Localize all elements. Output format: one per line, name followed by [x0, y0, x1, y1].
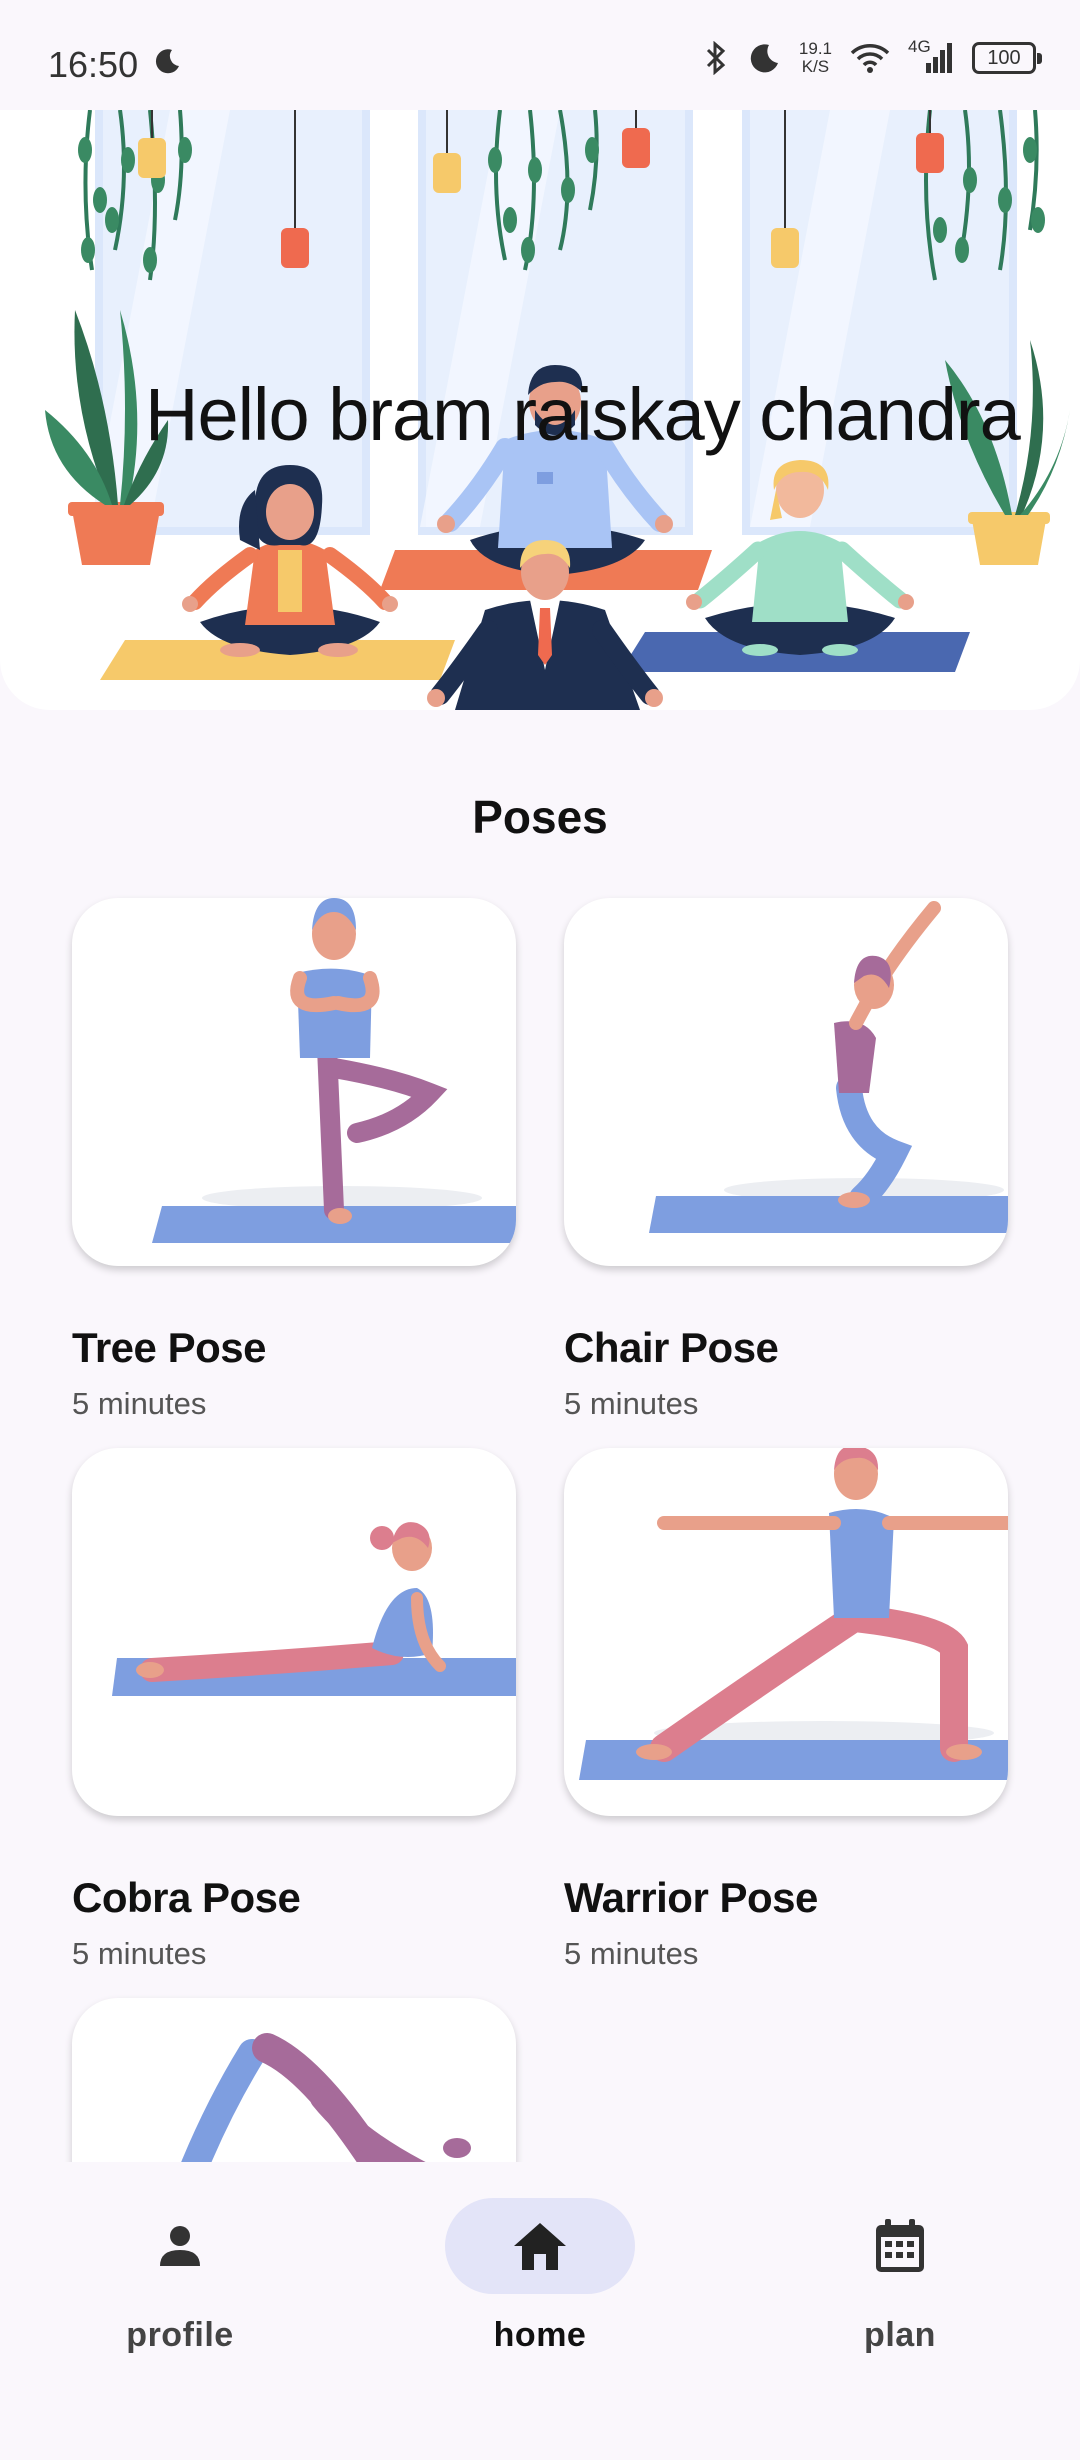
status-bar: 16:50 19.1 K/S 4G 100 [0, 0, 1080, 110]
status-icons: 19.1 K/S 4G 100 [703, 37, 1042, 76]
nav-pill-profile[interactable] [85, 2198, 275, 2294]
pose-card-warrior[interactable]: Warrior Pose 5 minutes [564, 1448, 1008, 1972]
pose-duration: 5 minutes [564, 1386, 699, 1421]
nav-label-home: home [493, 2316, 587, 2354]
pose-duration: 5 minutes [72, 1936, 207, 1971]
pose-name: Warrior Pose [564, 1874, 818, 1921]
pose-card-tree[interactable]: Tree Pose 5 minutes [72, 898, 516, 1422]
network-speed-unit: K/S [801, 57, 830, 76]
nav-pill-plan[interactable] [805, 2198, 995, 2294]
greeting-text: Hello bram raiskay chandra [145, 373, 1021, 456]
pose-duration: 5 minutes [72, 1386, 207, 1421]
nav-pill-home[interactable] [445, 2198, 635, 2294]
pose-image-chair[interactable] [564, 898, 1008, 1266]
battery-icon: 100 [972, 42, 1042, 74]
network-speed-value: 19.1 [798, 39, 832, 58]
warrior-pose-illustration [579, 1448, 1008, 1780]
pose-image-cobra[interactable] [72, 1448, 516, 1816]
hero-banner: Hello bram raiskay chandra [0, 110, 1080, 710]
bluetooth-icon [706, 41, 726, 75]
status-time: 16:50 [48, 44, 139, 85]
person-icon [160, 2226, 200, 2266]
calendar-icon [876, 2219, 924, 2272]
battery-level: 100 [987, 46, 1021, 69]
bottom-navigation: profile home plan [0, 2162, 1080, 2460]
tree-pose-illustration [152, 898, 516, 1243]
wifi-icon [850, 44, 890, 73]
pose-image-tree[interactable] [72, 898, 516, 1266]
signal-icon [926, 43, 952, 73]
nav-item-home[interactable]: home [410, 2198, 670, 2355]
pose-name: Chair Pose [564, 1324, 779, 1371]
nav-label-plan: plan [864, 2316, 936, 2354]
pose-image-warrior[interactable] [564, 1448, 1008, 1816]
pose-name: Tree Pose [72, 1324, 266, 1371]
pose-duration: 5 minutes [564, 1936, 699, 1971]
home-icon [514, 2223, 566, 2270]
cobra-pose-illustration [112, 1522, 516, 1696]
chair-pose-illustration [649, 901, 1008, 1233]
cellular-signal: 4G [908, 37, 954, 75]
pose-card-cobra[interactable]: Cobra Pose 5 minutes [72, 1448, 516, 1972]
nav-item-plan[interactable]: plan [770, 2198, 1030, 2355]
pose-card-chair[interactable]: Chair Pose 5 minutes [564, 898, 1008, 1422]
network-speed: 19.1 K/S [799, 40, 832, 76]
do-not-disturb-moon-icon [155, 49, 179, 74]
section-title-poses: Poses [472, 791, 608, 843]
nav-label-profile: profile [126, 2316, 234, 2354]
moon-icon [750, 44, 778, 73]
nav-item-profile[interactable]: profile [50, 2198, 310, 2355]
pose-name: Cobra Pose [72, 1874, 301, 1921]
